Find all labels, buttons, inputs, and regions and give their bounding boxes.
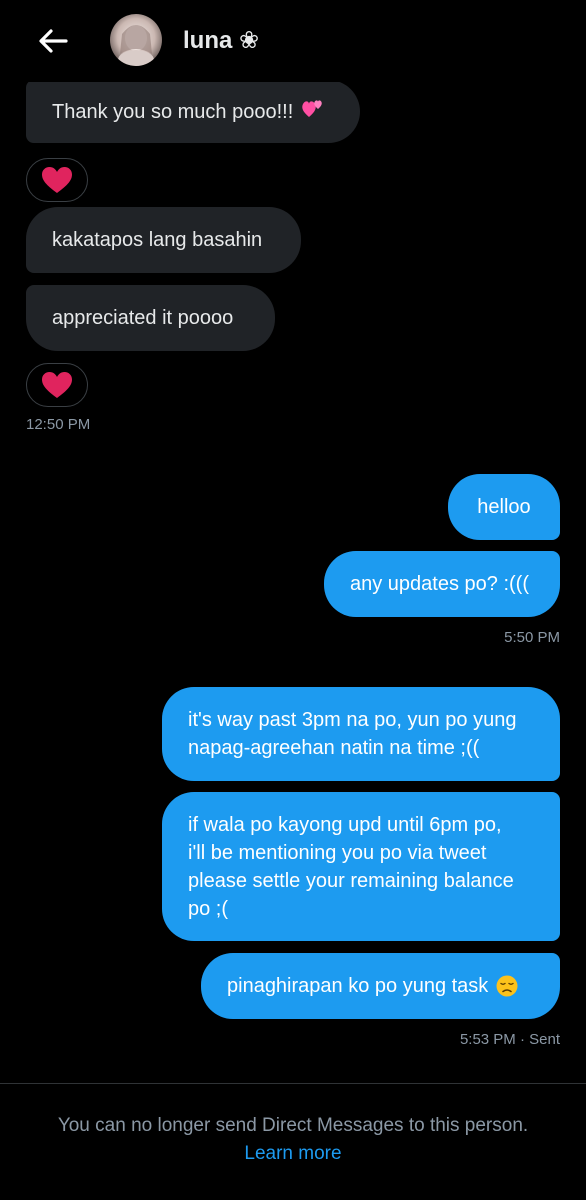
message-text: any updates po? :((( bbox=[350, 573, 529, 595]
arrow-left-icon bbox=[39, 29, 68, 53]
message-text-line: napag-agreehan natin na time ;(( bbox=[188, 737, 480, 759]
message-text-line: if wala po kayong upd until 6pm po, bbox=[188, 813, 502, 836]
timestamp: 5:50 PM bbox=[504, 629, 560, 646]
reaction-heart[interactable] bbox=[26, 363, 88, 407]
message-text-line: po ;( bbox=[188, 897, 229, 920]
message-bubble-outgoing[interactable]: helloo bbox=[448, 474, 560, 540]
back-button[interactable] bbox=[36, 24, 70, 58]
conversation-header: luna ❀ bbox=[0, 0, 586, 82]
heart-icon bbox=[42, 372, 72, 398]
reaction-heart[interactable] bbox=[26, 158, 88, 202]
message-text: kakatapos lang basahin bbox=[52, 229, 263, 251]
message-bubble-outgoing[interactable]: pinaghirapan ko po yung task bbox=[201, 953, 560, 1019]
disappointed-face-icon bbox=[496, 975, 518, 997]
heart-icon bbox=[42, 167, 72, 193]
blocked-notice: You can no longer send Direct Messages t… bbox=[57, 1115, 529, 1136]
learn-more-link[interactable]: Learn more bbox=[0, 1140, 586, 1168]
message-text: Thank you so much pooo!!! bbox=[52, 100, 294, 123]
avatar[interactable] bbox=[110, 14, 162, 66]
timestamp: 12:50 PM bbox=[26, 416, 91, 433]
contact-name[interactable]: luna ❀ bbox=[183, 26, 259, 55]
message-text: appreciated it poooo bbox=[52, 307, 234, 329]
message-text-line: please settle your remaining balance bbox=[188, 869, 514, 892]
message-bubble-outgoing[interactable]: if wala po kayong upd until 6pm po, i'll… bbox=[162, 792, 560, 941]
timestamp-sent: 5:53 PM · Sent bbox=[459, 1031, 560, 1048]
message-bubble-incoming[interactable]: appreciated it poooo bbox=[26, 285, 275, 351]
divider bbox=[0, 1083, 586, 1084]
message-bubble-incoming[interactable]: kakatapos lang basahin bbox=[26, 207, 301, 273]
message-text-line: i'll be mentioning you po via tweet bbox=[188, 841, 487, 864]
message-text: helloo bbox=[477, 496, 531, 518]
message-bubble-outgoing[interactable]: any updates po? :((( bbox=[324, 551, 560, 617]
message-text-line: it's way past 3pm na po, yun po yung bbox=[188, 709, 517, 731]
message-bubble-outgoing[interactable]: it's way past 3pm na po, yun po yung nap… bbox=[162, 687, 560, 781]
message-bubble-incoming[interactable]: Thank you so much pooo!!! bbox=[26, 80, 360, 143]
message-text: pinaghirapan ko po yung task bbox=[227, 975, 489, 997]
two-hearts-icon bbox=[301, 97, 325, 127]
